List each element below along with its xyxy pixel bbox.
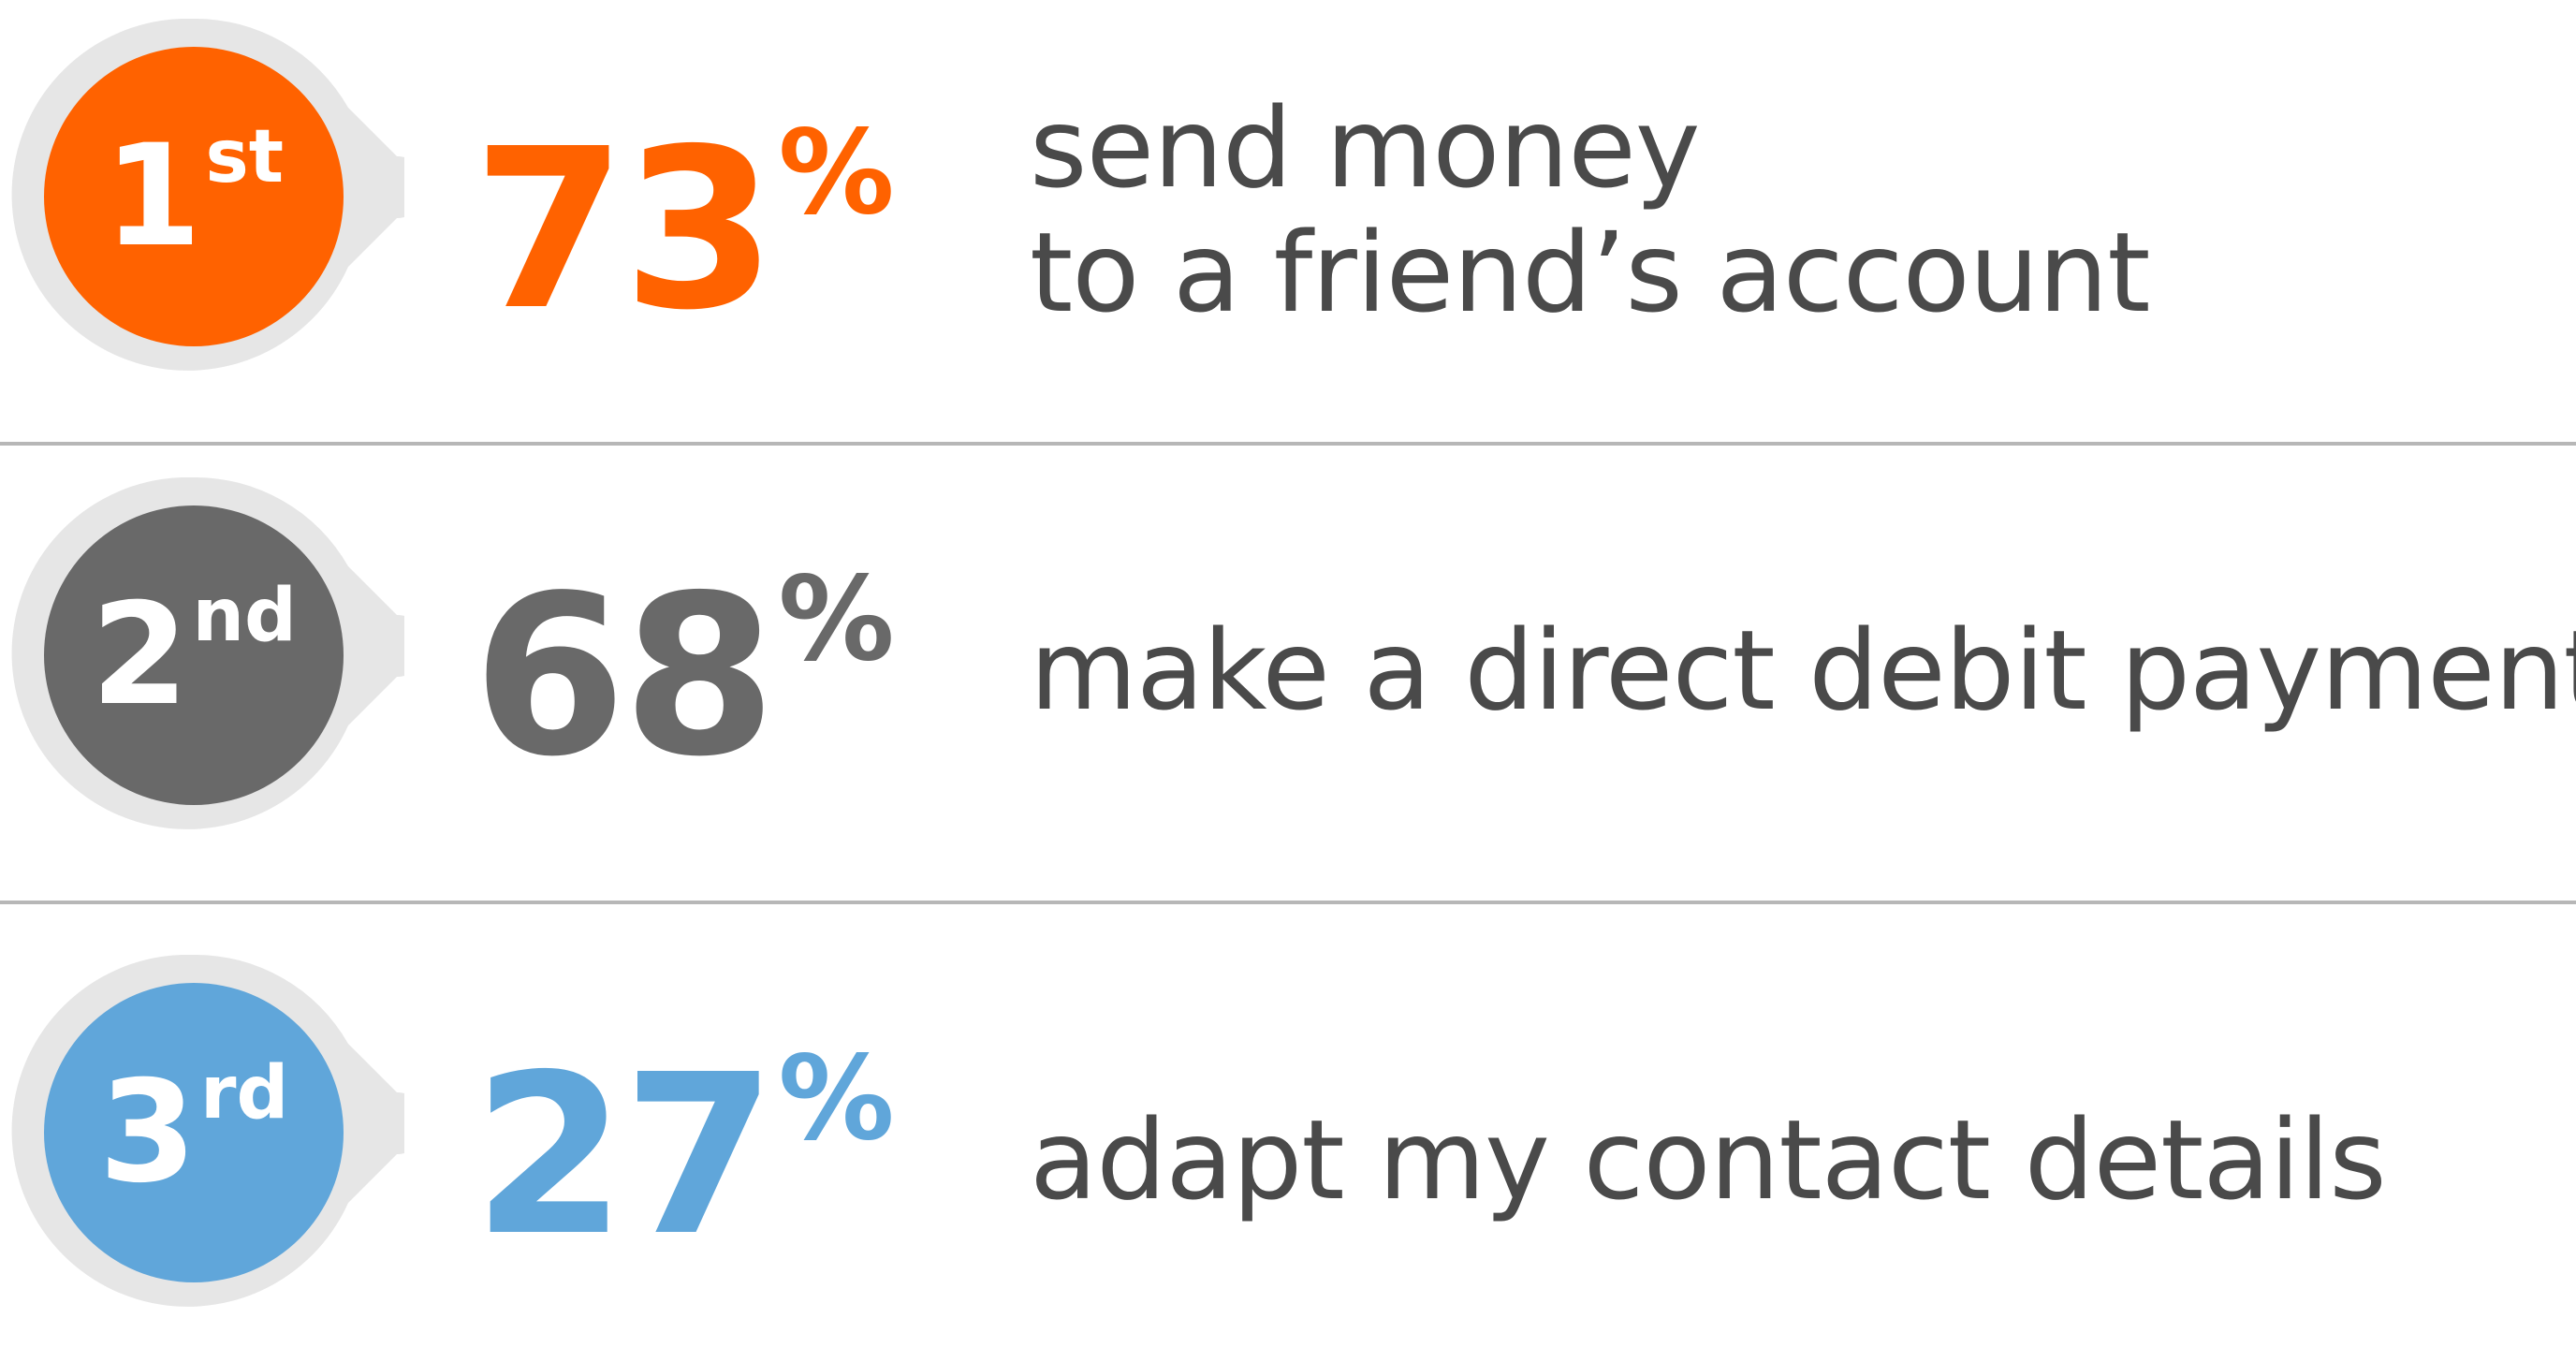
row-description: adapt my contact details <box>1030 1095 2387 1224</box>
description-line: send money <box>1030 83 1701 212</box>
rank-suffix: nd <box>192 574 297 658</box>
rank-suffix: rd <box>200 1051 289 1135</box>
rank-badge-1: 1st <box>11 19 404 374</box>
ranking-row-2: 2nd 68% make a direct debit payment <box>0 449 2576 880</box>
percent-sign: % <box>778 1032 895 1166</box>
percent-value: 68 <box>473 548 776 805</box>
row-divider <box>0 901 2576 904</box>
ranking-row-3: 3rd 27% adapt my contact details <box>0 931 2576 1362</box>
percent-label: 73% <box>473 115 895 341</box>
row-description: send money to a friend’s account <box>1030 83 2151 338</box>
rank-number: 2 <box>91 574 189 737</box>
ranking-row-1: 1st 73% send money to a friend’s account <box>0 0 2576 431</box>
description-line: make a direct debit payment <box>1030 606 2576 735</box>
rank-label: 2nd <box>49 477 339 833</box>
rank-number: 1 <box>103 115 202 278</box>
rank-label: 1st <box>49 19 339 374</box>
rank-number: 3 <box>98 1051 198 1214</box>
rank-badge-3: 3rd <box>11 955 404 1311</box>
row-description: make a direct debit payment <box>1030 608 2576 733</box>
rank-label: 3rd <box>49 955 339 1311</box>
description-line: to a friend’s account <box>1030 208 2151 338</box>
percent-label: 68% <box>473 562 895 787</box>
rank-badge-2: 2nd <box>11 477 404 833</box>
percent-sign: % <box>778 552 895 687</box>
row-divider <box>0 442 2576 446</box>
percent-value: 73 <box>473 101 776 359</box>
percent-value: 27 <box>473 1027 776 1284</box>
rank-suffix: st <box>205 115 285 199</box>
percent-label: 27% <box>473 1041 895 1267</box>
percent-sign: % <box>778 106 895 241</box>
description-line: adapt my contact details <box>1030 1095 2387 1224</box>
